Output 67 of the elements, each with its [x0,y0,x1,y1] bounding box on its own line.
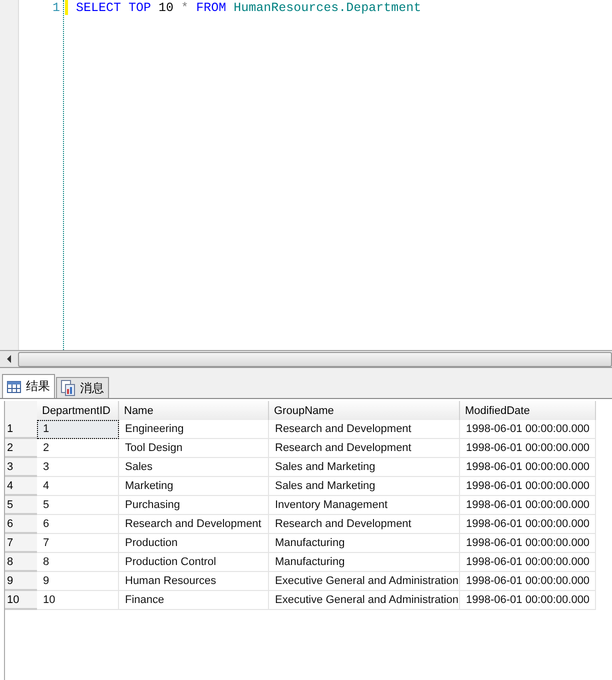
table-cell: Sales and Marketing [269,477,460,496]
table-cell: 1998-06-01 00:00:00.000 [460,477,596,496]
table-cell: 7 [37,534,119,553]
line-number: 1 [51,1,60,16]
column-header[interactable]: Name [119,401,269,420]
table-cell: Research and Development [269,515,460,534]
result-tab[interactable]: 消息 [56,377,109,398]
table-cell: Executive General and Administration [269,591,460,610]
table-cell: Inventory Management [269,496,460,515]
table-cell: 2 [37,439,119,458]
table-cell: 3 [37,458,119,477]
table-cell: 1998-06-01 00:00:00.000 [460,496,596,515]
table-cell: 8 [37,553,119,572]
scroll-left-icon[interactable] [6,355,12,363]
code-token: 10 [158,1,174,16]
table-cell: Sales [119,458,269,477]
table-cell: 1998-06-01 00:00:00.000 [460,534,596,553]
table-cell: Manufacturing [269,534,460,553]
table-cell: Marketing [119,477,269,496]
code-token: SELECT [76,1,122,16]
column-header[interactable]: DepartmentID [37,401,119,420]
grid-icon [7,380,21,392]
column-header[interactable]: ModifiedDate [460,401,596,420]
row-header[interactable]: 10 [5,591,37,610]
table-cell: Human Resources [119,572,269,591]
change-marker [65,0,68,15]
row-header[interactable]: 3 [5,458,37,477]
table-cell: Research and Development [269,439,460,458]
table-cell: Production [119,534,269,553]
table-cell: Research and Development [269,420,460,439]
table-cell: 9 [37,572,119,591]
table-cell: 4 [37,477,119,496]
table-cell: 6 [37,515,119,534]
row-header[interactable]: 7 [5,534,37,553]
table-cell: Production Control [119,553,269,572]
row-header[interactable]: 2 [5,439,37,458]
document-icon [61,380,75,396]
table-cell: 1998-06-01 00:00:00.000 [460,515,596,534]
result-tab[interactable]: 结果 [2,374,55,398]
table-cell: 1 [37,420,119,439]
table-cell: Manufacturing [269,553,460,572]
table-cell: 1998-06-01 00:00:00.000 [460,420,596,439]
table-cell: 5 [37,496,119,515]
table-cell: 1998-06-01 00:00:00.000 [460,572,596,591]
table-cell: Engineering [119,420,269,439]
row-header[interactable]: 8 [5,553,37,572]
table-cell: 10 [37,591,119,610]
table-cell: 1998-06-01 00:00:00.000 [460,458,596,477]
table-cell: Research and Development [119,515,269,534]
row-header[interactable]: 1 [5,420,37,439]
code-token: FROM [196,1,226,16]
table-cell: Executive General and Administration [269,572,460,591]
row-header[interactable]: 4 [5,477,37,496]
code-token: TOP [128,1,152,16]
table-cell: 1998-06-01 00:00:00.000 [460,553,596,572]
table-cell: Purchasing [119,496,269,515]
row-header[interactable]: 9 [5,572,37,591]
column-header[interactable]: GroupName [269,401,460,420]
table-cell: 1998-06-01 00:00:00.000 [460,591,596,610]
row-header[interactable]: 6 [5,515,37,534]
row-header[interactable]: 5 [5,496,37,515]
table-cell: Tool Design [119,439,269,458]
code-token: * [181,1,189,16]
table-cell: Sales and Marketing [269,458,460,477]
table-cell: 1998-06-01 00:00:00.000 [460,439,596,458]
table-cell: Finance [119,591,269,610]
code-token: HumanResources.Department [234,1,422,16]
